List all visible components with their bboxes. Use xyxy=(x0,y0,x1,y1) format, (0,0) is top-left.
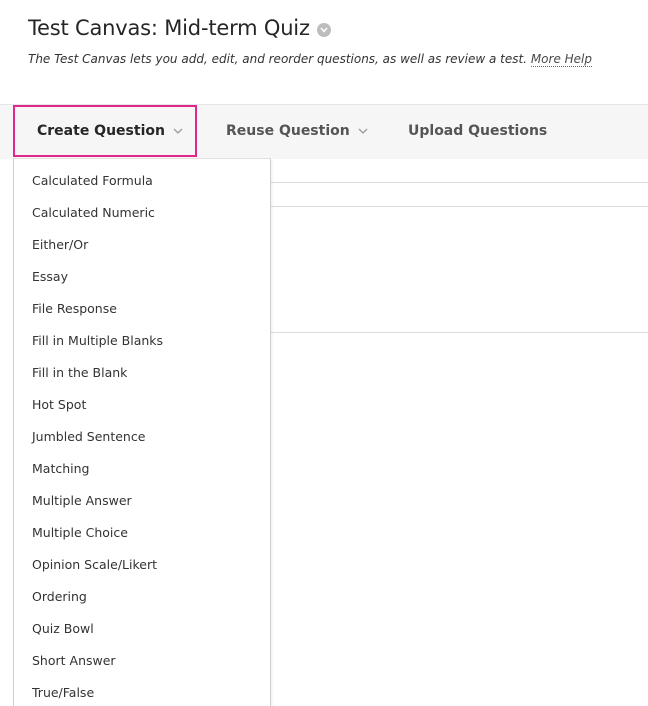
divider xyxy=(268,332,648,333)
menu-item-calculated-numeric[interactable]: Calculated Numeric xyxy=(32,205,155,220)
upload-questions-button[interactable]: Upload Questions xyxy=(408,105,547,157)
menu-item-file-response[interactable]: File Response xyxy=(32,301,117,316)
menu-item-true-false[interactable]: True/False xyxy=(32,685,94,700)
title-options-chevron-icon[interactable] xyxy=(316,23,331,37)
menu-item-multiple-answer[interactable]: Multiple Answer xyxy=(32,493,132,508)
menu-item-either-or[interactable]: Either/Or xyxy=(32,237,88,252)
reuse-question-button[interactable]: Reuse Question xyxy=(226,105,368,157)
chevron-down-icon xyxy=(173,123,183,139)
page-title: Test Canvas: Mid-term Quiz xyxy=(28,16,310,40)
title-row: Test Canvas: Mid-term Quiz xyxy=(28,16,331,40)
menu-item-quiz-bowl[interactable]: Quiz Bowl xyxy=(32,621,94,636)
menu-item-jumbled-sentence[interactable]: Jumbled Sentence xyxy=(32,429,145,444)
menu-item-calculated-formula[interactable]: Calculated Formula xyxy=(32,173,153,188)
menu-item-fill-in-multiple-blanks[interactable]: Fill in Multiple Blanks xyxy=(32,333,163,348)
description-text: The Test Canvas lets you add, edit, and … xyxy=(28,52,527,66)
menu-item-hot-spot[interactable]: Hot Spot xyxy=(32,397,86,412)
menu-item-multiple-choice[interactable]: Multiple Choice xyxy=(32,525,128,540)
divider xyxy=(268,206,648,207)
menu-item-ordering[interactable]: Ordering xyxy=(32,589,87,604)
menu-item-short-answer[interactable]: Short Answer xyxy=(32,653,116,668)
action-bar: Create Question Reuse Question Upload Qu… xyxy=(0,104,648,159)
create-question-menu: Calculated Formula Calculated Numeric Ei… xyxy=(13,158,271,706)
menu-item-fill-in-the-blank[interactable]: Fill in the Blank xyxy=(32,365,127,380)
create-question-label: Create Question xyxy=(37,123,165,139)
menu-item-essay[interactable]: Essay xyxy=(32,269,68,284)
reuse-question-label: Reuse Question xyxy=(226,123,350,139)
divider xyxy=(268,182,648,183)
page-header: Test Canvas: Mid-term Quiz The Test Canv… xyxy=(0,0,648,104)
more-help-link[interactable]: More Help xyxy=(530,52,593,67)
create-question-button[interactable]: Create Question xyxy=(13,105,197,157)
menu-item-opinion-scale-likert[interactable]: Opinion Scale/Likert xyxy=(32,557,157,572)
chevron-down-icon xyxy=(358,123,368,139)
test-canvas-page: Test Canvas: Mid-term Quiz The Test Canv… xyxy=(0,0,648,706)
menu-item-matching[interactable]: Matching xyxy=(32,461,89,476)
page-description: The Test Canvas lets you add, edit, and … xyxy=(28,52,648,67)
upload-questions-label: Upload Questions xyxy=(408,123,548,139)
